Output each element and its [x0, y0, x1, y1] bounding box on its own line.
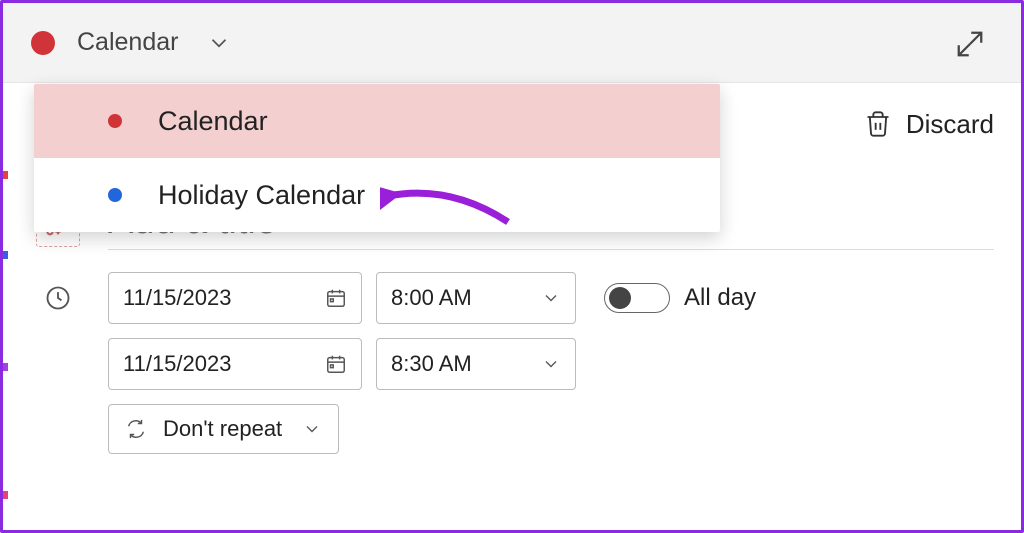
trash-icon: [864, 110, 892, 138]
calendar-dropdown: Calendar Holiday Calendar: [34, 84, 720, 232]
start-time-field[interactable]: 8:00 AM: [376, 272, 576, 324]
end-time-field[interactable]: 8:30 AM: [376, 338, 576, 390]
calendar-icon: [325, 353, 347, 375]
dropdown-item-calendar[interactable]: Calendar: [34, 84, 720, 158]
start-date-field[interactable]: 11/15/2023: [108, 272, 362, 324]
repeat-icon: [125, 418, 147, 440]
repeat-label: Don't repeat: [163, 416, 282, 442]
chevron-down-icon: [541, 354, 561, 374]
clock-icon: [36, 276, 80, 320]
calendar-color-dot: [108, 114, 122, 128]
allday-toggle[interactable]: [604, 283, 670, 313]
end-date-value: 11/15/2023: [123, 351, 231, 377]
dropdown-item-holiday-calendar[interactable]: Holiday Calendar: [34, 158, 720, 232]
dropdown-item-label: Calendar: [158, 106, 268, 137]
end-time-value: 8:30 AM: [391, 351, 472, 377]
header-bar: Calendar: [3, 3, 1021, 83]
calendar-color-dot: [31, 31, 55, 55]
start-time-value: 8:00 AM: [391, 285, 472, 311]
repeat-field[interactable]: Don't repeat: [108, 404, 339, 454]
chevron-down-icon[interactable]: [206, 30, 232, 56]
dropdown-item-label: Holiday Calendar: [158, 180, 365, 211]
end-date-field[interactable]: 11/15/2023: [108, 338, 362, 390]
event-form: 11/15/2023 8:00 AM All day 11/15/2023 8:…: [36, 200, 994, 527]
chevron-down-icon: [302, 419, 322, 439]
calendar-icon: [325, 287, 347, 309]
expand-icon[interactable]: [953, 27, 987, 61]
discard-button[interactable]: Discard: [906, 109, 994, 140]
calendar-color-dot: [108, 188, 122, 202]
chevron-down-icon: [541, 288, 561, 308]
start-date-value: 11/15/2023: [123, 285, 231, 311]
calendar-selector-label[interactable]: Calendar: [77, 28, 178, 57]
allday-label: All day: [684, 284, 756, 312]
